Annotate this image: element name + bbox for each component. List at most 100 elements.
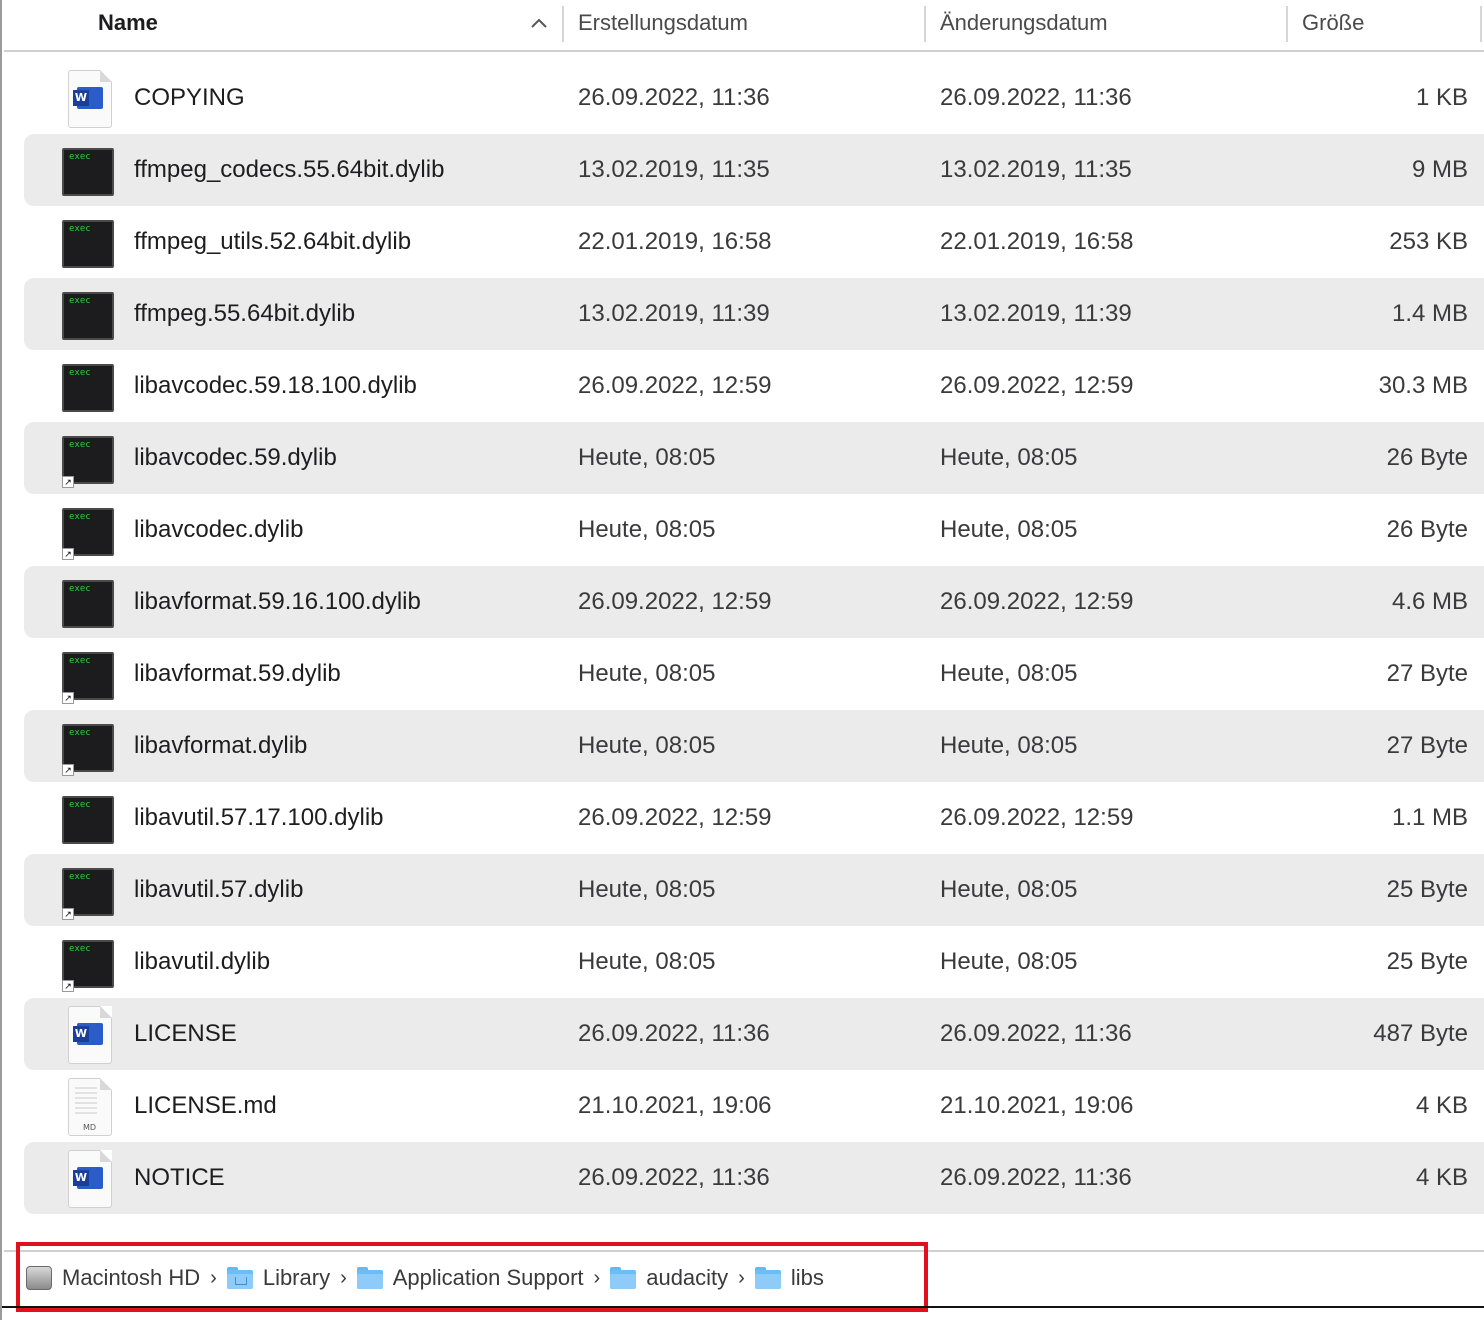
file-name: ffmpeg_utils.52.64bit.dylib <box>134 228 412 255</box>
column-divider[interactable] <box>924 6 926 42</box>
file-size: 26 Byte <box>1386 516 1468 543</box>
file-row[interactable]: exec ↗ libavformat.59.dylib Heute, 08:05 Heu… <box>24 638 1484 710</box>
file-row[interactable]: exec libavformat.59.16.100.dylib 26.09.202… <box>24 566 1484 638</box>
file-size: 4 KB <box>1415 1164 1468 1191</box>
file-created-date: 13.02.2019, 11:35 <box>578 156 770 183</box>
file-size: 30.3 MB <box>1378 372 1468 399</box>
file-modified-date: 21.10.2021, 19:06 <box>940 1092 1134 1119</box>
file-size: 26 Byte <box>1386 444 1468 471</box>
file-size: 4 KB <box>1415 1092 1468 1119</box>
exec-icon: exec <box>58 358 116 416</box>
column-header-size[interactable]: Größe <box>1302 0 1364 50</box>
file-size: 1.1 MB <box>1391 804 1468 831</box>
exec-alias-icon: exec ↗ <box>58 502 116 560</box>
file-size: 9 MB <box>1411 156 1468 183</box>
file-size: 1.4 MB <box>1391 300 1468 327</box>
file-created-date: Heute, 08:05 <box>578 660 716 687</box>
file-row[interactable]: W LICENSE 26.09.2022, 11:36 26.09.2022, 11:… <box>24 998 1484 1070</box>
column-divider[interactable] <box>562 6 564 42</box>
file-row[interactable]: exec ↗ libavcodec.59.dylib Heute, 08:05 Heut… <box>24 422 1484 494</box>
annotation-highlight-box <box>16 1242 928 1312</box>
file-created-date: Heute, 08:05 <box>578 948 716 975</box>
file-size: 1 KB <box>1415 84 1468 111</box>
file-name: libavutil.57.17.100.dylib <box>134 804 384 831</box>
file-created-date: Heute, 08:05 <box>578 876 716 903</box>
file-name: libavformat.59.dylib <box>134 660 341 687</box>
alias-arrow-icon: ↗ <box>62 980 74 992</box>
exec-alias-icon: exec ↗ <box>58 934 116 992</box>
file-modified-date: Heute, 08:05 <box>940 948 1078 975</box>
file-name: ffmpeg.55.64bit.dylib <box>134 300 356 327</box>
sort-ascending-icon[interactable] <box>528 12 550 34</box>
file-row[interactable]: exec ↗ libavcodec.dylib Heute, 08:05 Heute, … <box>24 494 1484 566</box>
column-header-created[interactable]: Erstellungsdatum <box>578 0 748 50</box>
file-size: 27 Byte <box>1386 660 1468 687</box>
column-divider[interactable] <box>1480 6 1482 42</box>
file-created-date: 26.09.2022, 11:36 <box>578 84 770 111</box>
alias-arrow-icon: ↗ <box>62 764 74 776</box>
file-row[interactable]: exec ↗ libavutil.dylib Heute, 08:05 Heute, 0… <box>24 926 1484 998</box>
alias-arrow-icon: ↗ <box>62 476 74 488</box>
file-modified-date: 26.09.2022, 11:36 <box>940 1164 1132 1191</box>
file-size: 27 Byte <box>1386 732 1468 759</box>
file-row[interactable]: exec ffmpeg_utils.52.64bit.dylib 22.01.201… <box>24 206 1484 278</box>
exec-alias-icon: exec ↗ <box>58 646 116 704</box>
word-document-icon: W <box>58 1006 116 1064</box>
column-header: Name Erstellungsdatum Änderungsdatum Grö… <box>4 0 1484 52</box>
file-name: NOTICE <box>134 1164 225 1191</box>
file-row[interactable]: exec ↗ libavformat.dylib Heute, 08:05 Heute,… <box>24 710 1484 782</box>
file-modified-date: 26.09.2022, 11:36 <box>940 1020 1132 1047</box>
file-row[interactable]: exec ffmpeg_codecs.55.64bit.dylib 13.02.20… <box>24 134 1484 206</box>
file-row[interactable]: exec ↗ libavutil.57.dylib Heute, 08:05 Heute… <box>24 854 1484 926</box>
file-name: libavutil.dylib <box>134 948 271 975</box>
file-size: 25 Byte <box>1386 876 1468 903</box>
word-document-icon: W <box>58 70 116 128</box>
exec-alias-icon: exec ↗ <box>58 718 116 776</box>
file-name: LICENSE <box>134 1020 237 1047</box>
file-created-date: Heute, 08:05 <box>578 516 716 543</box>
file-name: libavutil.57.dylib <box>134 876 304 903</box>
file-size: 253 KB <box>1389 228 1468 255</box>
file-row[interactable]: exec libavutil.57.17.100.dylib 26.09.2022,… <box>24 782 1484 854</box>
file-created-date: 26.09.2022, 12:59 <box>578 372 772 399</box>
file-row[interactable]: W NOTICE 26.09.2022, 11:36 26.09.2022, 11:3… <box>24 1142 1484 1214</box>
file-modified-date: 13.02.2019, 11:39 <box>940 300 1132 327</box>
file-modified-date: Heute, 08:05 <box>940 660 1078 687</box>
file-name: libavformat.59.16.100.dylib <box>134 588 421 615</box>
file-modified-date: 26.09.2022, 12:59 <box>940 804 1134 831</box>
file-created-date: 13.02.2019, 11:39 <box>578 300 770 327</box>
exec-icon: exec <box>58 214 116 272</box>
finder-window: Name Erstellungsdatum Änderungsdatum Grö… <box>0 0 1484 1320</box>
file-modified-date: Heute, 08:05 <box>940 876 1078 903</box>
alias-arrow-icon: ↗ <box>62 908 74 920</box>
file-modified-date: Heute, 08:05 <box>940 444 1078 471</box>
file-created-date: 26.09.2022, 12:59 <box>578 804 772 831</box>
file-created-date: 21.10.2021, 19:06 <box>578 1092 772 1119</box>
column-header-modified[interactable]: Änderungsdatum <box>940 0 1108 50</box>
file-size: 487 Byte <box>1373 1020 1468 1047</box>
exec-icon: exec <box>58 286 116 344</box>
exec-icon: exec <box>58 142 116 200</box>
column-divider[interactable] <box>1286 6 1288 42</box>
file-row[interactable]: W COPYING 26.09.2022, 11:36 26.09.2022, 11:… <box>24 62 1484 134</box>
window-bottom-edge <box>2 1306 1484 1308</box>
file-name: libavcodec.59.18.100.dylib <box>134 372 417 399</box>
column-header-name[interactable]: Name <box>98 0 158 50</box>
file-created-date: Heute, 08:05 <box>578 732 716 759</box>
file-row[interactable]: exec libavcodec.59.18.100.dylib 26.09.2022… <box>24 350 1484 422</box>
file-modified-date: 26.09.2022, 12:59 <box>940 588 1134 615</box>
file-modified-date: 26.09.2022, 12:59 <box>940 372 1134 399</box>
exec-icon: exec <box>58 574 116 632</box>
file-name: libavformat.dylib <box>134 732 308 759</box>
file-name: libavcodec.59.dylib <box>134 444 337 471</box>
markdown-document-icon: MD <box>58 1078 116 1136</box>
file-modified-date: 22.01.2019, 16:58 <box>940 228 1134 255</box>
file-modified-date: Heute, 08:05 <box>940 732 1078 759</box>
file-name: ffmpeg_codecs.55.64bit.dylib <box>134 156 445 183</box>
file-name: COPYING <box>134 84 245 111</box>
file-row[interactable]: exec ffmpeg.55.64bit.dylib 13.02.2019, 11:… <box>24 278 1484 350</box>
file-created-date: 26.09.2022, 12:59 <box>578 588 772 615</box>
file-name: LICENSE.md <box>134 1092 277 1119</box>
file-row[interactable]: MD LICENSE.md 21.10.2021, 19:06 21.10.2021,… <box>24 1070 1484 1142</box>
alias-arrow-icon: ↗ <box>62 548 74 560</box>
